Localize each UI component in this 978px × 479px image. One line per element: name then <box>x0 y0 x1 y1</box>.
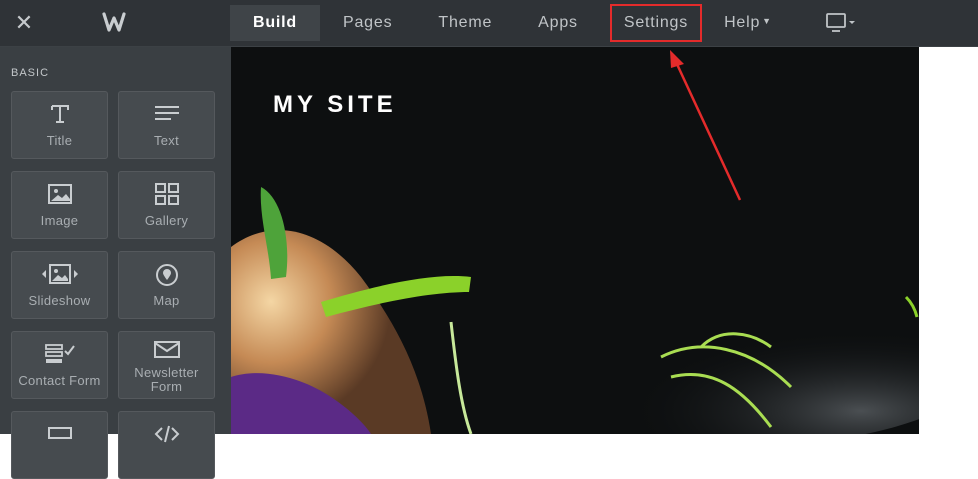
tab-build[interactable]: Build <box>230 5 320 41</box>
caret-down-icon: ▼ <box>762 16 772 26</box>
text-lines-icon <box>154 106 179 120</box>
main-nav: Build Pages Theme Apps Settings Help ▼ <box>230 4 795 42</box>
weebly-logo-icon[interactable] <box>100 10 128 36</box>
element-contact-form-label: Contact Form <box>18 373 101 388</box>
tab-help-label: Help <box>724 14 761 31</box>
element-text[interactable]: Text <box>118 91 215 159</box>
element-image[interactable]: Image <box>11 171 108 239</box>
envelope-icon <box>153 341 180 358</box>
site-preview-canvas[interactable]: MY SITE <box>231 47 919 434</box>
site-title[interactable]: MY SITE <box>273 91 397 119</box>
element-title[interactable]: Title <box>11 91 108 159</box>
element-map-label: Map <box>153 293 180 308</box>
element-map[interactable]: Map <box>118 251 215 319</box>
element-newsletter-form[interactable]: Newsletter Form <box>118 331 215 399</box>
element-gallery[interactable]: Gallery <box>118 171 215 239</box>
tab-apps[interactable]: Apps <box>515 5 601 41</box>
elements-sidebar: BASIC Title Text Image Gallery Slideshow… <box>0 47 231 479</box>
contact-form-icon <box>44 344 75 363</box>
top-bar: ✕ Build Pages Theme Apps Settings Help ▼ <box>0 0 978 47</box>
desktop-preview-icon[interactable] <box>824 11 860 35</box>
right-gutter <box>919 47 978 434</box>
code-icon <box>154 425 179 443</box>
element-slideshow-label: Slideshow <box>28 293 91 308</box>
tab-pages[interactable]: Pages <box>320 5 415 41</box>
tab-settings[interactable]: Settings <box>609 4 703 42</box>
gallery-grid-icon <box>154 183 179 205</box>
element-button[interactable] <box>11 411 108 479</box>
element-text-label: Text <box>153 133 180 148</box>
element-contact-form[interactable]: Contact Form <box>11 331 108 399</box>
element-image-label: Image <box>40 213 79 228</box>
tab-theme[interactable]: Theme <box>415 5 515 41</box>
element-slideshow[interactable]: Slideshow <box>11 251 108 319</box>
tab-help[interactable]: Help ▼ <box>701 5 795 41</box>
close-icon[interactable]: ✕ <box>12 11 36 35</box>
title-icon <box>50 105 69 123</box>
map-pin-icon <box>155 264 178 286</box>
element-newsletter-form-label: Newsletter Form <box>134 365 199 394</box>
element-gallery-label: Gallery <box>144 213 189 228</box>
button-element-icon <box>47 427 72 439</box>
element-embed-code[interactable] <box>118 411 215 479</box>
section-label-basic: BASIC <box>11 67 50 79</box>
slideshow-icon <box>41 264 78 284</box>
element-title-label: Title <box>46 133 73 148</box>
image-icon <box>47 184 72 204</box>
